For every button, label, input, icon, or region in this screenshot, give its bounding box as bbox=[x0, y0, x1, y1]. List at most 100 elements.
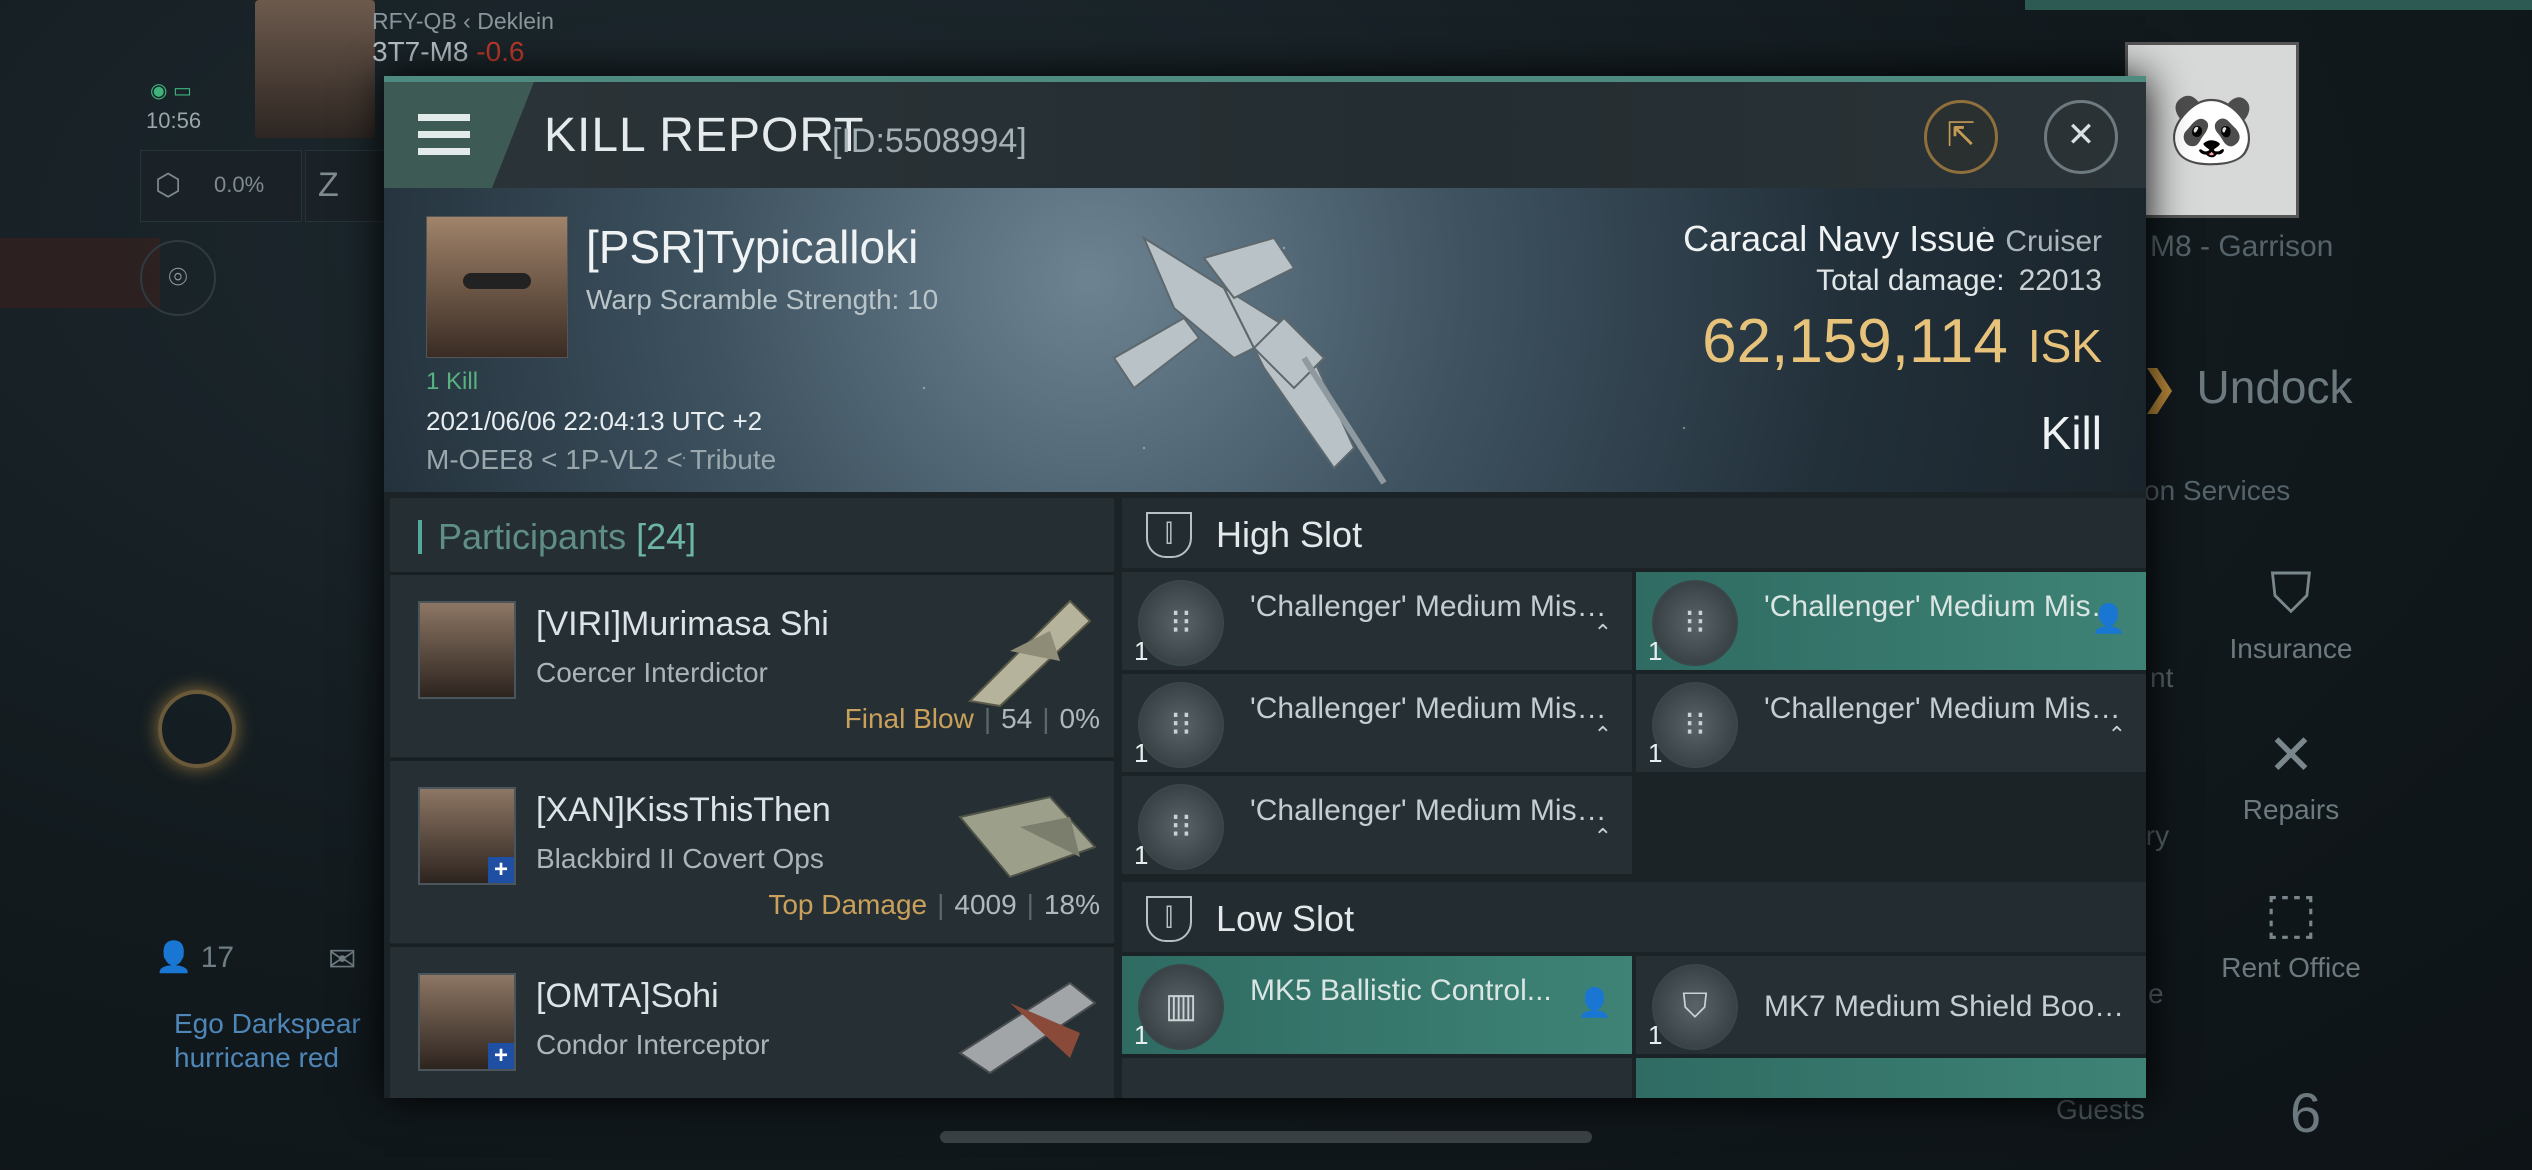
module-item-partial[interactable] bbox=[1636, 1058, 2146, 1098]
shield-booster-icon: ⛉ bbox=[1652, 964, 1738, 1050]
warp-scramble-strength: Warp Scramble Strength: 10 bbox=[586, 284, 939, 315]
final-blow-tag: Final Blow bbox=[844, 703, 974, 734]
module-item[interactable]: ⁝⁝ 1 'Challenger' Medium Missile ... ⌃ bbox=[1122, 776, 1632, 874]
ship-class: Cruiser bbox=[2005, 225, 2102, 258]
participant-damage-pct: 0% bbox=[1059, 703, 1100, 734]
contacts-count[interactable]: 👤 17 bbox=[155, 940, 234, 975]
participant-name: [OMTA]Sohi bbox=[536, 977, 719, 1015]
isk-amount: 62,159,114 bbox=[1702, 307, 2008, 376]
rent-office-button[interactable]: ⬚ Rent Office bbox=[2216, 880, 2366, 984]
character-avatar[interactable] bbox=[255, 0, 375, 138]
module-qty: 1 bbox=[1134, 738, 1149, 768]
repairs-label: Repairs bbox=[2242, 794, 2340, 825]
module-qty: 1 bbox=[1648, 738, 1663, 768]
report-id: [ID:5508994] bbox=[832, 122, 1027, 160]
module-name: MK5 Ballistic Control... bbox=[1250, 974, 1552, 1007]
module-item[interactable]: ⁝⁝ 1 'Challenger' Medium Missile ... 👤 bbox=[1636, 572, 2146, 670]
guests-count: 6 bbox=[2290, 1081, 2322, 1144]
menu-button[interactable] bbox=[384, 82, 534, 188]
chat-sender[interactable]: Ego Darkspear bbox=[174, 1008, 361, 1040]
close-icon: ✕ bbox=[2066, 116, 2096, 154]
region-route: RFY-QB ‹ Deklein bbox=[372, 8, 554, 34]
module-name: 'Challenger' Medium Missile ... bbox=[1250, 794, 1620, 827]
share-button[interactable]: ⇱ bbox=[1924, 100, 1998, 174]
insurance-button[interactable]: ⛉ Insurance bbox=[2216, 560, 2366, 665]
isk-value: 62,159,114 ISK bbox=[1702, 306, 2102, 377]
module-item[interactable]: ⁝⁝ 1 'Challenger' Medium Missile ... ⌃ bbox=[1122, 572, 1632, 670]
person-icon: 👤 bbox=[155, 941, 193, 974]
shield-icon: ⛉ bbox=[2270, 561, 2312, 624]
participant-portrait bbox=[418, 601, 516, 699]
station-services-heading: tion Services bbox=[2130, 475, 2291, 506]
high-slot-label: High Slot bbox=[1216, 514, 1363, 555]
home-indicator[interactable] bbox=[940, 1131, 1592, 1143]
module-item[interactable]: ⁝⁝ 1 'Challenger' Medium Missile ... ⌃ bbox=[1122, 674, 1632, 772]
system-name[interactable]: 3T7-M8 -0.6 bbox=[372, 36, 525, 68]
participant-row[interactable]: + [XAN]KissThisThen Blackbird II Covert … bbox=[390, 758, 1114, 943]
ship-name: Caracal Navy Issue bbox=[1683, 218, 1996, 259]
victim-ship[interactable]: Caracal Navy Issue Cruiser bbox=[1683, 218, 2102, 260]
participants-label: Participants bbox=[438, 516, 627, 557]
fitting-panel[interactable]: ⫿ High Slot ⁝⁝ 1 'Challenger' Medium Miss… bbox=[1122, 498, 2146, 1098]
result-label: Kill bbox=[2040, 407, 2102, 459]
participant-row[interactable]: + [OMTA]Sohi Condor Interceptor bbox=[390, 944, 1114, 1098]
module-item-partial[interactable] bbox=[1122, 1058, 1632, 1098]
participant-stats: Top Damage | 4009 | 18% bbox=[768, 889, 1100, 920]
total-damage: Total damage: 22013 bbox=[1816, 264, 2102, 298]
kill-location[interactable]: M-OEE8 < 1P-VL2 < Tribute bbox=[426, 444, 776, 476]
z-icon: Z bbox=[318, 166, 339, 204]
module-item[interactable]: ⁝⁝ 1 'Challenger' Medium Missile ... ⌃ bbox=[1636, 674, 2146, 772]
undock-button[interactable]: ❯ Undock bbox=[2140, 360, 2353, 414]
participant-row[interactable]: [VIRI]Murimasa Shi Coercer Interdictor F… bbox=[390, 572, 1114, 757]
close-button[interactable]: ✕ bbox=[2044, 100, 2118, 174]
dialog-header: KILL REPORT [ID:5508994] ⇱ ✕ bbox=[384, 82, 2146, 188]
contacts-number: 17 bbox=[200, 941, 235, 974]
kill-datetime: 2021/06/06 22:04:13 UTC +2 bbox=[426, 406, 763, 436]
participant-portrait: + bbox=[418, 973, 516, 1071]
system-label: 3T7-M8 bbox=[372, 36, 469, 67]
missile-launcher-icon: ⁝⁝ bbox=[1652, 580, 1738, 666]
module-name: 'Challenger' Medium Missile ... bbox=[1764, 590, 2134, 623]
ballistic-control-icon: ▥ bbox=[1138, 964, 1224, 1050]
dialog-title: KILL REPORT bbox=[544, 109, 865, 162]
background-strip bbox=[0, 238, 160, 308]
wifi-icon: ◉ ▭ bbox=[150, 80, 192, 102]
participant-ship: Condor Interceptor bbox=[536, 1029, 770, 1060]
participants-panel[interactable]: Participants [24] [VIRI]Murimasa Shi Coe… bbox=[390, 498, 1114, 1098]
total-damage-label: Total damage: bbox=[1816, 264, 2005, 297]
participant-ship-image bbox=[958, 795, 1097, 879]
module-name: 'Challenger' Medium Missile ... bbox=[1250, 590, 1620, 623]
module-item[interactable]: ▥ 1 MK5 Ballistic Control... 👤 bbox=[1122, 956, 1632, 1054]
high-slot-icon: ⫿ bbox=[1146, 512, 1192, 558]
top-accent-bar bbox=[2025, 0, 2532, 10]
header-accent bbox=[418, 520, 422, 554]
chevron-up-icon: ⌃ bbox=[1593, 722, 1612, 747]
guests-label: Guests bbox=[2056, 1094, 2145, 1125]
victim-portrait[interactable] bbox=[426, 216, 568, 358]
victim-banner: [PSR]Typicalloki Warp Scramble Strength:… bbox=[384, 188, 2146, 492]
participant-name: [XAN]KissThisThen bbox=[536, 791, 831, 829]
box-icon: ⬚ bbox=[2264, 881, 2318, 944]
participant-ship-image bbox=[967, 599, 1092, 708]
hamburger-icon bbox=[418, 114, 470, 156]
undock-label: Undock bbox=[2196, 361, 2353, 413]
total-damage-value: 22013 bbox=[2018, 264, 2102, 297]
target-icon[interactable] bbox=[158, 690, 236, 768]
mail-icon[interactable]: ✉ bbox=[328, 940, 357, 980]
module-qty: 1 bbox=[1134, 1020, 1149, 1050]
participants-count: [24] bbox=[636, 516, 697, 557]
missile-launcher-icon: ⁝⁝ bbox=[1138, 682, 1224, 768]
location-pin-icon[interactable]: ⌾ bbox=[140, 240, 216, 316]
module-item[interactable]: ⛉ 1 MK7 Medium Shield Booster bbox=[1636, 956, 2146, 1054]
security-status: -0.6 bbox=[476, 36, 525, 67]
module-name: MK7 Medium Shield Booster bbox=[1764, 990, 2134, 1023]
low-slot-icon: ⫿ bbox=[1146, 896, 1192, 942]
repairs-button[interactable]: ✕ Repairs bbox=[2216, 722, 2366, 826]
participant-ship: Coercer Interdictor bbox=[536, 657, 768, 688]
participant-portrait: + bbox=[418, 787, 516, 885]
victim-ship-image[interactable] bbox=[1104, 198, 1404, 488]
rent-office-label: Rent Office bbox=[2221, 952, 2361, 983]
chevron-up-icon: ⌃ bbox=[2107, 722, 2126, 747]
victim-name[interactable]: [PSR]Typicalloki bbox=[586, 220, 918, 274]
chevron-up-icon: ⌃ bbox=[1593, 824, 1612, 849]
